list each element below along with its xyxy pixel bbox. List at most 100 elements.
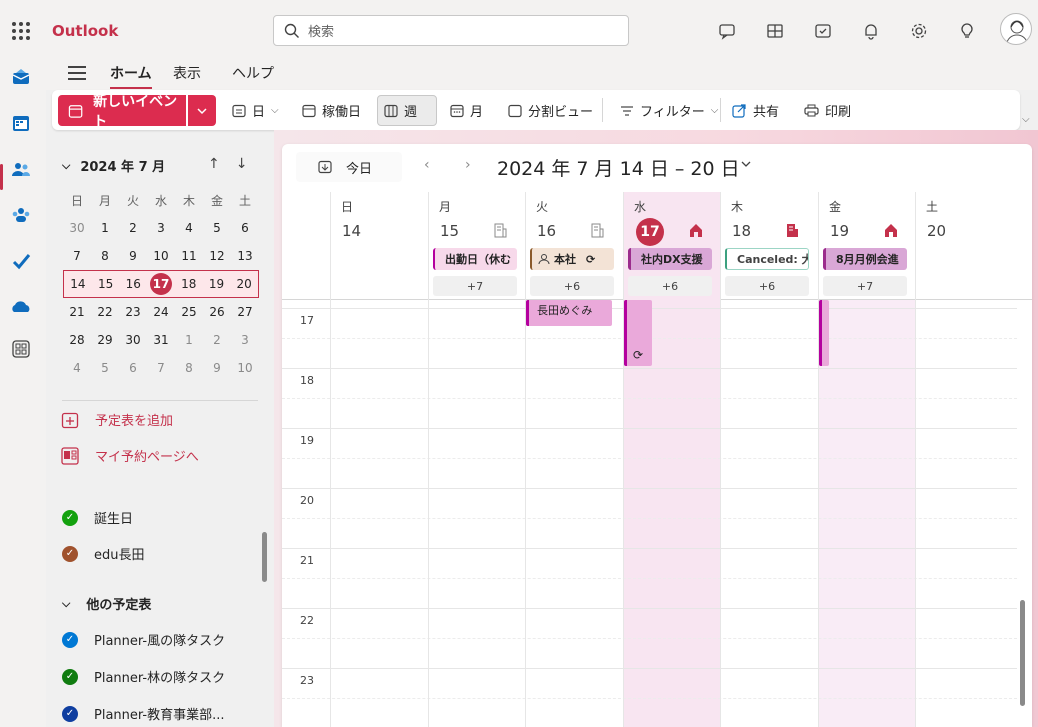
workweek-view-button[interactable]: 稼働日 — [296, 95, 367, 126]
day-column-header-today[interactable]: 水 17 社内DX支援 +6 — [623, 192, 720, 300]
day-column-header[interactable]: 木 18 Canceled: 大 +6 — [720, 192, 818, 300]
mini-day[interactable]: 1 — [175, 333, 203, 347]
mini-day[interactable]: 7 — [147, 361, 175, 375]
timed-event[interactable]: ⟳ — [624, 300, 652, 366]
mini-day[interactable]: 8 — [175, 361, 203, 375]
next-week-icon[interactable]: › — [465, 157, 471, 173]
search-box[interactable]: 検索 — [273, 15, 629, 46]
new-event-button[interactable]: 新しいイベント — [58, 94, 186, 130]
mini-day[interactable]: 1 — [91, 221, 119, 235]
mini-day[interactable]: 22 — [91, 305, 119, 319]
calendar-item-birthday[interactable]: ✓ 誕生日 — [62, 508, 133, 527]
print-button[interactable]: 印刷 — [798, 95, 857, 126]
more-events-button[interactable]: +7 — [433, 276, 517, 296]
check-icon[interactable]: ✓ — [62, 545, 78, 562]
mini-day[interactable]: 20 — [230, 277, 258, 291]
mini-day[interactable]: 6 — [119, 361, 147, 375]
split-view-button[interactable]: 分割ビュー — [502, 95, 599, 126]
mini-day[interactable]: 10 — [147, 249, 175, 263]
mini-day[interactable]: 7 — [63, 249, 91, 263]
day-view-button[interactable]: 日 ⌵ — [226, 95, 285, 126]
people-icon[interactable] — [10, 158, 32, 180]
mini-day[interactable]: 4 — [175, 221, 203, 235]
scrollbar-thumb[interactable] — [1020, 600, 1025, 706]
date-range-title[interactable]: 2024 年 7 月 14 日 – 20 日 — [497, 154, 740, 181]
check-icon[interactable]: ✓ — [62, 705, 78, 722]
mini-day[interactable]: 3 — [231, 333, 259, 347]
more-events-button[interactable]: +6 — [530, 276, 614, 296]
app-brand[interactable]: Outlook — [52, 22, 118, 40]
gear-icon[interactable] — [908, 20, 930, 42]
mini-day[interactable]: 14 — [64, 277, 92, 291]
lightbulb-icon[interactable] — [956, 20, 978, 42]
mini-day[interactable]: 11 — [175, 249, 203, 263]
booking-page-link[interactable]: マイ予約ページへ — [61, 446, 199, 465]
arrow-down-icon[interactable]: ↓ — [236, 156, 248, 172]
mini-day[interactable]: 24 — [147, 305, 175, 319]
timed-event[interactable] — [819, 300, 829, 366]
day-column-header[interactable]: 金 19 8月月例会進 +7 — [818, 192, 915, 300]
mini-day[interactable]: 18 — [175, 277, 203, 291]
allday-event[interactable]: 社内DX支援 — [628, 248, 712, 270]
mini-day[interactable]: 29 — [91, 333, 119, 347]
tab-home[interactable]: ホーム — [110, 63, 152, 89]
app-launcher-icon[interactable] — [12, 22, 30, 40]
ribbon-expand-icon[interactable]: ⌵ — [1022, 114, 1030, 125]
my-day-icon[interactable] — [812, 20, 834, 42]
filter-button[interactable]: フィルター ⌵ — [614, 95, 724, 126]
arrow-up-icon[interactable]: ↑ — [208, 156, 220, 172]
day-column-header[interactable]: 火 16 本社 ⟳ +6 — [525, 192, 623, 300]
mini-day[interactable]: 26 — [203, 305, 231, 319]
allday-event[interactable]: 8月月例会進 — [823, 248, 907, 270]
sidebar-scrollbar[interactable] — [262, 532, 267, 582]
calendar-item-edu[interactable]: ✓ edu長田 — [62, 544, 145, 563]
todo-check-icon[interactable] — [10, 250, 32, 272]
check-icon[interactable]: ✓ — [62, 631, 78, 648]
mini-day[interactable]: 5 — [203, 221, 231, 235]
chevron-down-icon[interactable]: ⌵ — [62, 159, 70, 173]
mini-day[interactable]: 12 — [203, 249, 231, 263]
bell-icon[interactable] — [860, 20, 882, 42]
calendar-scrollbar[interactable] — [1018, 300, 1028, 727]
mini-day[interactable]: 15 — [92, 277, 120, 291]
allday-event[interactable]: 出勤日（休む — [433, 248, 517, 270]
mini-day[interactable]: 30 — [63, 221, 91, 235]
day-column-header[interactable]: 日 14 — [330, 192, 428, 300]
mini-day[interactable]: 28 — [63, 333, 91, 347]
mail-icon[interactable] — [10, 66, 32, 88]
mini-day[interactable]: 9 — [119, 249, 147, 263]
check-icon[interactable]: ✓ — [62, 668, 78, 685]
more-events-button[interactable]: +7 — [823, 276, 907, 296]
week-view-button[interactable]: 週 — [377, 95, 437, 126]
calendar-icon[interactable] — [10, 112, 32, 134]
calendar-item-planner-kaze[interactable]: ✓ Planner-風の隊タスク — [62, 630, 225, 649]
add-calendar-link[interactable]: 予定表を追加 — [61, 410, 173, 429]
tab-view[interactable]: 表示 — [173, 63, 201, 83]
mini-day[interactable]: 8 — [91, 249, 119, 263]
office-apps-icon[interactable] — [764, 20, 786, 42]
mini-calendar-title[interactable]: 2024 年 7 月 — [80, 156, 165, 175]
hamburger-icon[interactable] — [68, 66, 86, 80]
mini-day[interactable]: 23 — [119, 305, 147, 319]
month-view-button[interactable]: 月 — [444, 95, 489, 126]
mini-day[interactable]: 3 — [147, 221, 175, 235]
mini-day[interactable]: 31 — [147, 333, 175, 347]
mini-day[interactable]: 25 — [175, 305, 203, 319]
mini-day[interactable]: 10 — [231, 361, 259, 375]
other-calendars-group[interactable]: ⌵ 他の予定表 — [62, 594, 151, 614]
check-icon[interactable]: ✓ — [62, 509, 78, 526]
calendar-item-planner-edu[interactable]: ✓ Planner-教育事業部... — [62, 704, 225, 723]
mini-day[interactable]: 19 — [203, 277, 231, 291]
groups-icon[interactable] — [10, 204, 32, 226]
new-event-dropdown[interactable] — [188, 95, 216, 126]
mini-day-today[interactable]: 17 — [147, 273, 175, 295]
time-grid[interactable]: 17 18 19 20 21 22 23 長田めぐみ ⟳ — [282, 300, 1032, 727]
share-button[interactable]: 共有 — [726, 95, 785, 126]
more-apps-icon[interactable] — [10, 338, 32, 360]
allday-event[interactable]: 本社 ⟳ — [530, 248, 614, 270]
mini-day[interactable]: 27 — [231, 305, 259, 319]
mini-day[interactable]: 13 — [231, 249, 259, 263]
day-column-header[interactable]: 月 15 出勤日（休む +7 — [428, 192, 525, 300]
mini-day[interactable]: 9 — [203, 361, 231, 375]
more-events-button[interactable]: +6 — [725, 276, 809, 296]
